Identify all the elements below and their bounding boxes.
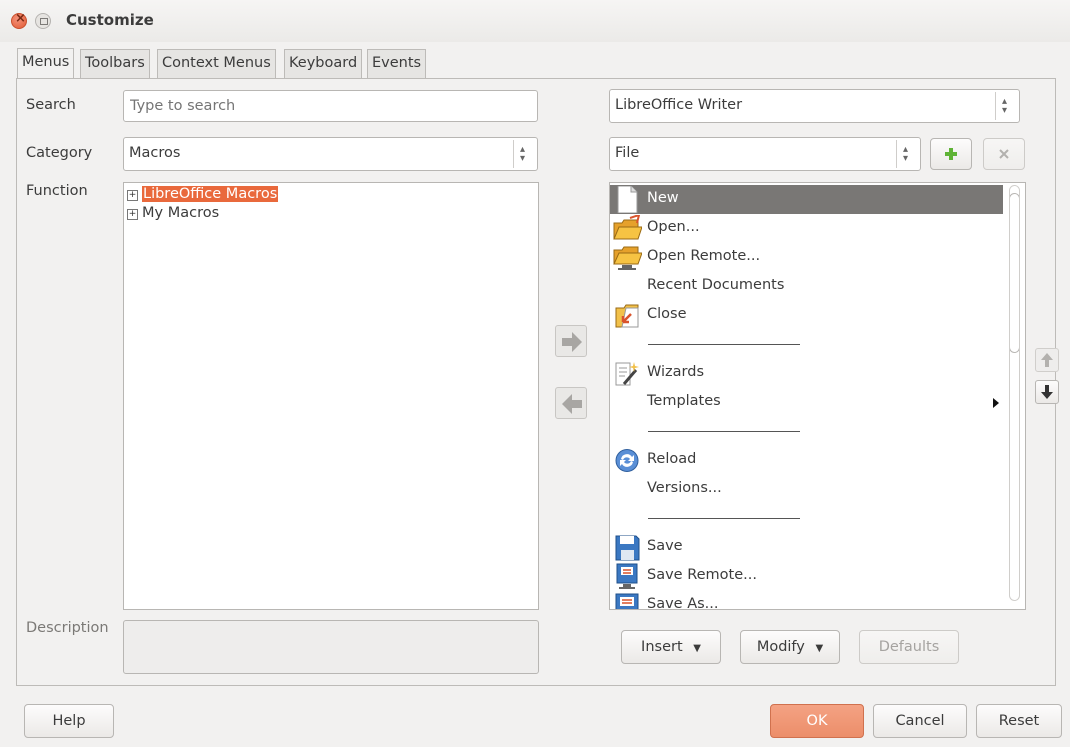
plus-icon [945, 148, 957, 160]
search-label: Search [26, 97, 76, 113]
save-remote-icon [616, 563, 638, 589]
scrollbar-trough[interactable] [1009, 185, 1020, 601]
search-input[interactable] [123, 90, 538, 122]
open-remote-icon [613, 246, 642, 270]
menu-combobox[interactable]: File ▴ ▾ [609, 137, 921, 171]
separator-line [648, 431, 800, 432]
defaults-button[interactable]: Defaults [859, 630, 959, 664]
scope-value: LibreOffice Writer [615, 97, 743, 113]
separator-line [648, 344, 800, 345]
add-command-button[interactable] [555, 325, 587, 357]
spin-arrows-icon: ▴ ▾ [995, 92, 1013, 120]
category-combobox[interactable]: Macros ▴ ▾ [123, 137, 538, 171]
dropdown-arrow-icon: ▼ [815, 643, 824, 654]
save-icon [615, 535, 640, 561]
dropdown-arrow-icon: ▼ [693, 643, 701, 654]
window-title: Customize [66, 11, 154, 29]
function-label: Function [26, 183, 88, 199]
list-item[interactable]: Close [610, 301, 1003, 330]
new-document-icon [617, 186, 638, 213]
description-box [123, 620, 539, 674]
reload-icon [615, 449, 639, 472]
menu-value: File [615, 145, 640, 161]
menu-entries-list[interactable]: New Open... Open Remote... Recent Docume… [609, 182, 1026, 610]
list-item[interactable]: Templates [610, 388, 1003, 417]
close-window-icon[interactable] [11, 11, 27, 29]
tree-item-libreoffice-macros[interactable]: + LibreOffice Macros [127, 186, 279, 202]
category-label: Category [26, 145, 93, 161]
spin-arrows-icon: ▴ ▾ [513, 140, 531, 168]
add-menu-button[interactable] [930, 138, 972, 170]
insert-button[interactable]: Insert ▼ [621, 630, 721, 664]
list-item[interactable]: Wizards [610, 359, 1003, 388]
save-as-icon [615, 593, 639, 609]
submenu-arrow-icon [993, 398, 999, 408]
close-icon [999, 149, 1009, 159]
tab-menus[interactable]: Menus [17, 48, 75, 79]
tab-toolbars[interactable]: Toolbars [80, 49, 150, 78]
arrow-right-icon [562, 332, 582, 352]
description-label: Description [26, 620, 109, 636]
title-bar [0, 0, 1070, 42]
expand-icon[interactable]: + [127, 190, 138, 201]
arrow-up-icon [1041, 353, 1053, 367]
reset-button[interactable]: Reset [976, 704, 1062, 738]
tab-keyboard[interactable]: Keyboard [284, 49, 363, 78]
category-value: Macros [129, 145, 181, 161]
maximize-window-icon[interactable] [35, 13, 51, 29]
arrow-left-icon [562, 394, 582, 414]
list-item[interactable]: Reload [610, 446, 1003, 475]
list-separator[interactable] [610, 330, 1003, 359]
modify-button[interactable]: Modify ▼ [740, 630, 840, 664]
help-button[interactable]: Help [24, 704, 114, 738]
tree-item-my-macros[interactable]: + My Macros [127, 205, 219, 221]
tab-events[interactable]: Events [367, 49, 427, 78]
list-item[interactable]: Save Remote... [610, 562, 1003, 591]
list-item[interactable]: Recent Documents [610, 272, 1003, 301]
list-item[interactable]: Open Remote... [610, 243, 1003, 272]
arrow-down-icon [1041, 385, 1053, 399]
tab-context-menus[interactable]: Context Menus [157, 49, 276, 78]
list-item[interactable]: New [610, 185, 1003, 214]
cancel-button[interactable]: Cancel [873, 704, 967, 738]
list-separator[interactable] [610, 504, 1003, 533]
expand-icon[interactable]: + [127, 209, 138, 220]
close-document-icon [615, 304, 639, 328]
list-item[interactable]: Save As... [610, 591, 1003, 609]
separator-line [648, 518, 800, 519]
wizards-icon [615, 362, 639, 386]
spin-arrows-icon: ▴ ▾ [896, 140, 914, 168]
ok-button[interactable]: OK [770, 704, 864, 738]
list-item[interactable]: Versions... [610, 475, 1003, 504]
list-separator[interactable] [610, 417, 1003, 446]
function-tree[interactable]: + LibreOffice Macros + My Macros [123, 182, 539, 610]
list-item[interactable]: Save [610, 533, 1003, 562]
move-down-button[interactable] [1035, 380, 1059, 404]
remove-command-button[interactable] [555, 387, 587, 419]
list-item[interactable]: Open... [610, 214, 1003, 243]
list-scrollbar[interactable] [1008, 185, 1021, 601]
remove-menu-button[interactable] [983, 138, 1025, 170]
open-folder-icon [613, 215, 642, 240]
move-up-button[interactable] [1035, 348, 1059, 372]
scope-combobox[interactable]: LibreOffice Writer ▴ ▾ [609, 89, 1020, 123]
